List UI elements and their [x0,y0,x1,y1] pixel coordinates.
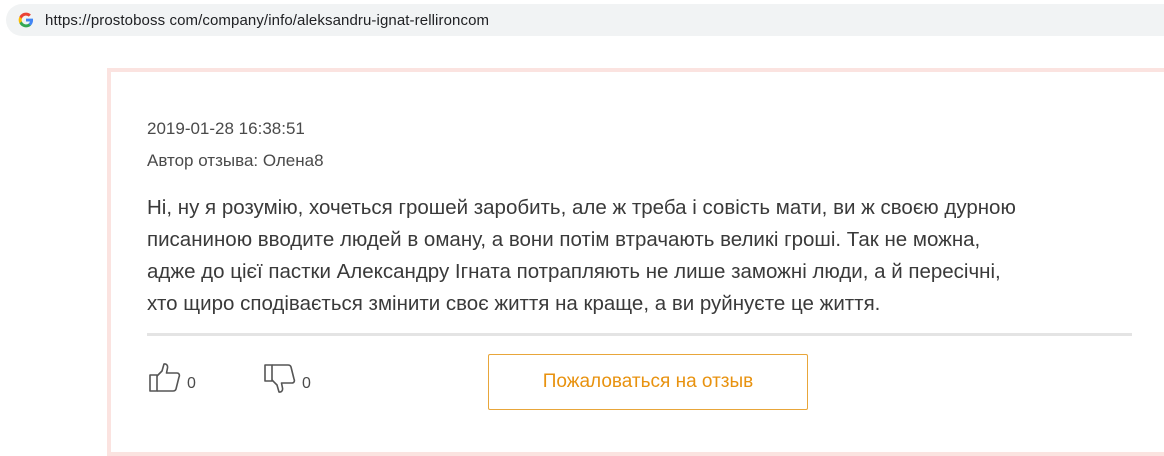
review-text-line: писаниною вводите людей в оману, а вони … [147,228,981,251]
url-text[interactable]: https://prostoboss com/company/info/alek… [45,12,489,29]
divider [147,333,1132,336]
review-text-line: адже до цієї пастки Александру Ігната по… [147,260,1001,283]
thumbs-down-icon[interactable] [262,360,298,401]
review-author: Автор отзыва: Олена8 [147,151,324,170]
thumbs-up-icon[interactable] [147,360,183,401]
google-g-icon [18,12,34,28]
like-count: 0 [187,375,196,392]
like-button[interactable]: 0 [147,360,196,400]
address-bar[interactable]: https://prostoboss com/company/info/alek… [6,4,1164,36]
review-text-line: Ні, ну я розумію, хочеться грошей зароби… [147,196,1016,219]
dislike-button[interactable]: 0 [262,360,311,400]
review-text-line: хто щиро сподівається змінити своє життя… [147,292,881,315]
review-date: 2019-01-28 16:38:51 [147,119,305,138]
dislike-count: 0 [302,375,311,392]
review-text: Ні, ну я розумію, хочеться грошей зароби… [147,192,1147,320]
complain-button[interactable]: Пожаловаться на отзыв [488,354,808,410]
